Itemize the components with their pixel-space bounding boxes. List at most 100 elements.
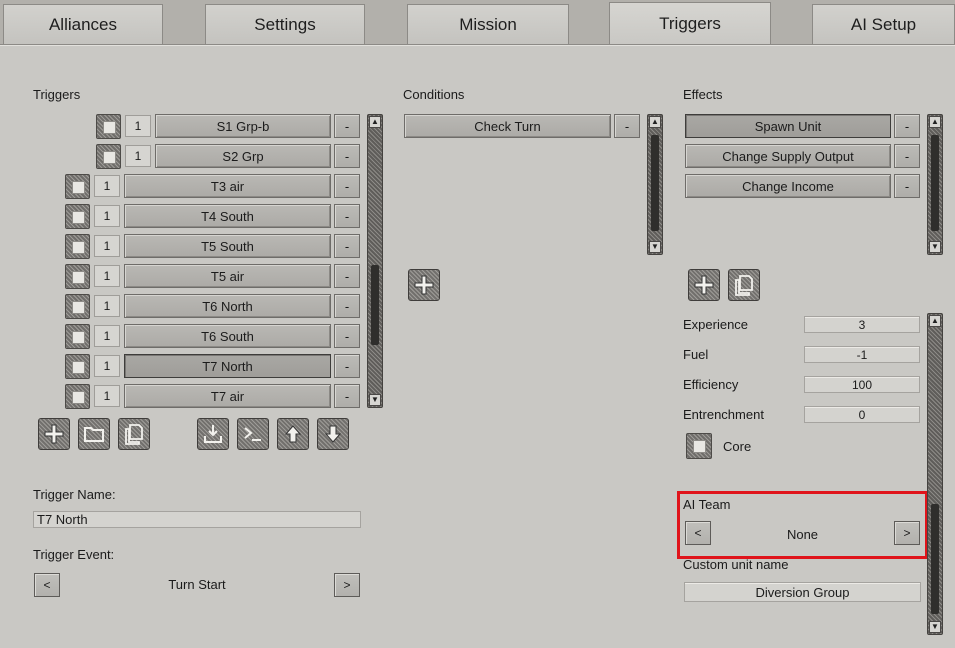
move-up-button[interactable]	[277, 418, 309, 450]
trigger-count[interactable]: 1	[94, 205, 120, 227]
efficiency-label: Efficiency	[683, 377, 739, 392]
trigger-row-button[interactable]: T3 air	[124, 174, 331, 198]
ai-team-value: None	[786, 527, 819, 542]
triggers-header: Triggers	[33, 87, 81, 102]
trigger-count[interactable]: 1	[94, 265, 120, 287]
trigger-count[interactable]: 1	[94, 175, 120, 197]
trigger-row-button[interactable]: T7 air	[124, 384, 331, 408]
trigger-checkbox[interactable]	[96, 144, 121, 169]
trigger-row-button[interactable]: T5 South	[124, 234, 331, 258]
effect-remove-button[interactable]: -	[894, 174, 920, 198]
scrollbar-thumb[interactable]	[931, 135, 939, 231]
copy-effect-button[interactable]	[728, 269, 760, 301]
trigger-name-label: Trigger Name:	[33, 487, 116, 502]
trigger-event-next-button[interactable]: >	[334, 573, 360, 597]
add-condition-button[interactable]	[408, 269, 440, 301]
effect-remove-button[interactable]: -	[894, 144, 920, 168]
tab-triggers[interactable]: Triggers	[609, 2, 771, 44]
scroll-down-icon[interactable]: ▼	[929, 621, 941, 633]
tab-mission[interactable]: Mission	[407, 4, 569, 44]
trigger-checkbox[interactable]	[65, 354, 90, 379]
effect-row-button-selected[interactable]: Spawn Unit	[685, 114, 891, 138]
scroll-up-icon[interactable]: ▲	[649, 116, 661, 128]
triggers-scrollbar[interactable]: ▲ ▼	[367, 114, 383, 408]
tab-ai-setup[interactable]: AI Setup	[812, 4, 955, 44]
trigger-row-button-selected[interactable]: T7 North	[124, 354, 331, 378]
effect-remove-button[interactable]: -	[894, 114, 920, 138]
trigger-checkbox[interactable]	[65, 234, 90, 259]
copy-trigger-button[interactable]	[118, 418, 150, 450]
condition-remove-button[interactable]: -	[614, 114, 640, 138]
effects-scrollbar[interactable]: ▲ ▼	[927, 114, 943, 255]
efficiency-field[interactable]: 100	[804, 376, 920, 393]
trigger-remove-button[interactable]: -	[334, 234, 360, 258]
core-checkbox[interactable]	[686, 433, 712, 459]
move-down-button[interactable]	[317, 418, 349, 450]
trigger-count[interactable]: 1	[125, 145, 151, 167]
plus-icon	[44, 424, 64, 444]
trigger-checkbox[interactable]	[65, 174, 90, 199]
fuel-label: Fuel	[683, 347, 709, 362]
trigger-count[interactable]: 1	[94, 355, 120, 377]
scrollbar-thumb[interactable]	[931, 504, 939, 614]
fuel-field[interactable]: -1	[804, 346, 920, 363]
scroll-up-icon[interactable]: ▲	[929, 116, 941, 128]
add-trigger-button[interactable]	[38, 418, 70, 450]
trigger-row-button[interactable]: S1 Grp-b	[155, 114, 331, 138]
tab-settings[interactable]: Settings	[205, 4, 365, 44]
ai-team-prev-button[interactable]: <	[685, 521, 711, 545]
trigger-event-prev-button[interactable]: <	[34, 573, 60, 597]
ai-team-next-button[interactable]: >	[894, 521, 920, 545]
trigger-checkbox[interactable]	[65, 384, 90, 409]
scrollbar-thumb[interactable]	[371, 265, 379, 345]
trigger-row-button[interactable]: T5 air	[124, 264, 331, 288]
trigger-checkbox[interactable]	[96, 114, 121, 139]
trigger-count[interactable]: 1	[94, 295, 120, 317]
conditions-scrollbar[interactable]: ▲ ▼	[647, 114, 663, 255]
trigger-checkbox[interactable]	[65, 264, 90, 289]
scrollbar-thumb[interactable]	[651, 135, 659, 231]
trigger-row-button[interactable]: T4 South	[124, 204, 331, 228]
import-button[interactable]	[197, 418, 229, 450]
properties-scrollbar[interactable]: ▲ ▼	[927, 313, 943, 635]
condition-row-button[interactable]: Check Turn	[404, 114, 611, 138]
trigger-count[interactable]: 1	[94, 385, 120, 407]
trigger-row-button[interactable]: T6 South	[124, 324, 331, 348]
trigger-remove-button[interactable]: -	[334, 144, 360, 168]
scroll-down-icon[interactable]: ▼	[929, 241, 941, 253]
trigger-count[interactable]: 1	[125, 115, 151, 137]
console-button[interactable]	[237, 418, 269, 450]
trigger-remove-button[interactable]: -	[334, 204, 360, 228]
add-effect-button[interactable]	[688, 269, 720, 301]
scroll-down-icon[interactable]: ▼	[369, 394, 381, 406]
scroll-up-icon[interactable]: ▲	[369, 116, 381, 128]
trigger-remove-button[interactable]: -	[334, 114, 360, 138]
trigger-row-button[interactable]: S2 Grp	[155, 144, 331, 168]
trigger-checkbox[interactable]	[65, 324, 90, 349]
entrenchment-field[interactable]: 0	[804, 406, 920, 423]
trigger-checkbox[interactable]	[65, 204, 90, 229]
trigger-count[interactable]: 1	[94, 325, 120, 347]
trigger-count[interactable]: 1	[94, 235, 120, 257]
trigger-remove-button[interactable]: -	[334, 294, 360, 318]
tab-alliances[interactable]: Alliances	[3, 4, 163, 44]
effect-row-button[interactable]: Change Supply Output	[685, 144, 891, 168]
trigger-row-button[interactable]: T6 North	[124, 294, 331, 318]
core-label: Core	[723, 439, 752, 454]
custom-unit-name-field[interactable]: Diversion Group	[684, 582, 921, 602]
trigger-remove-button[interactable]: -	[334, 174, 360, 198]
trigger-remove-button[interactable]: -	[334, 384, 360, 408]
effect-row-button[interactable]: Change Income	[685, 174, 891, 198]
trigger-name-field[interactable]: T7 North	[33, 511, 361, 528]
tab-strip: Alliances Settings Mission Triggers AI S…	[0, 0, 955, 44]
open-folder-button[interactable]	[78, 418, 110, 450]
trigger-checkbox[interactable]	[65, 294, 90, 319]
scroll-down-icon[interactable]: ▼	[649, 241, 661, 253]
arrow-down-icon	[324, 425, 342, 443]
trigger-remove-button[interactable]: -	[334, 264, 360, 288]
trigger-remove-button[interactable]: -	[334, 324, 360, 348]
trigger-remove-button[interactable]: -	[334, 354, 360, 378]
experience-field[interactable]: 3	[804, 316, 920, 333]
scroll-up-icon[interactable]: ▲	[929, 315, 941, 327]
copy-icon	[125, 424, 143, 445]
